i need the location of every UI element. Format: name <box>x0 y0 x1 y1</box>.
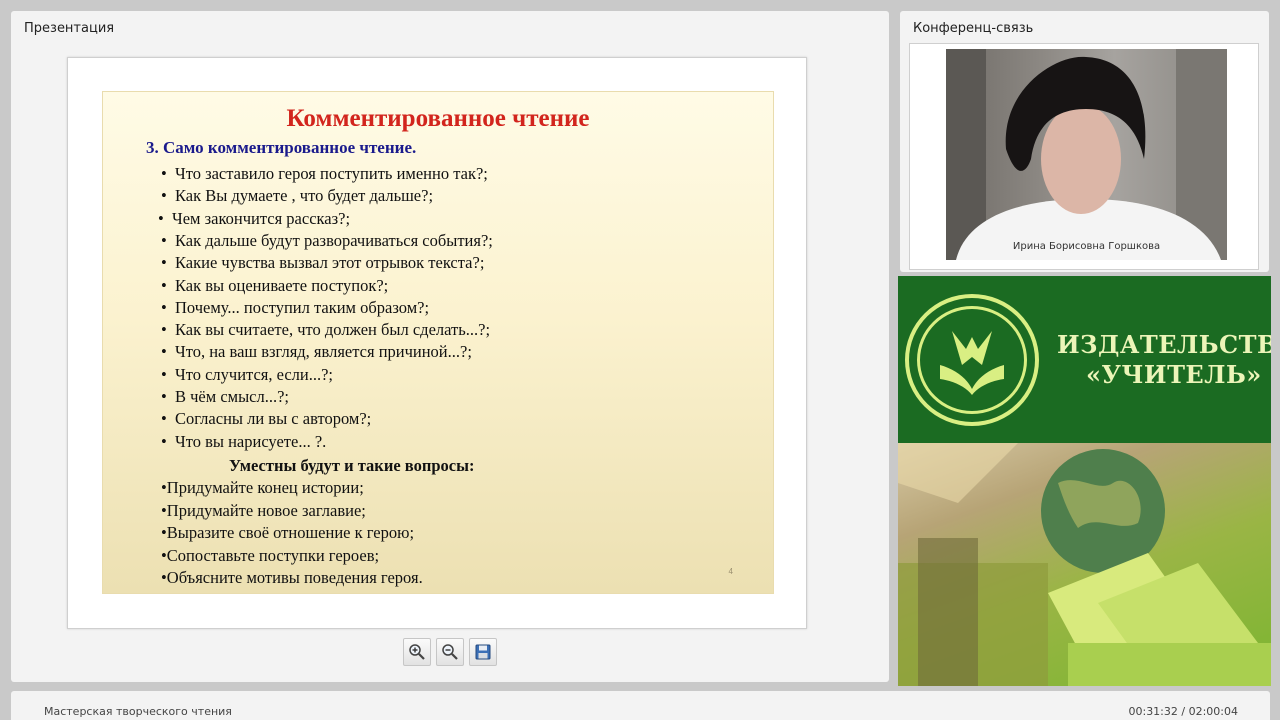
bullet-icon: • <box>161 186 167 206</box>
question-item: • Как дальше будут разворачиваться событи… <box>161 231 493 251</box>
bullet-icon: • <box>161 409 167 429</box>
playback-time: 00:31:32 / 02:00:04 <box>1128 705 1238 718</box>
task-text: Объясните мотивы поведения героя. <box>166 568 423 587</box>
question-text: Что заставило героя поступить именно так… <box>175 164 488 183</box>
logo-inner-ring <box>917 306 1027 414</box>
player-footer: Мастерская творческого чтения 00:31:32 /… <box>11 691 1270 720</box>
bullet-icon: • <box>161 431 167 451</box>
publisher-logo <box>905 294 1039 426</box>
bullet-icon: • <box>161 364 167 384</box>
question-item: • Что, на ваш взгляд, является причиной..… <box>161 342 472 362</box>
banner-image <box>898 443 1271 686</box>
presentation-panel-title: Презентация <box>24 21 115 36</box>
question-text: Как дальше будут разворачиваться события… <box>175 230 493 250</box>
task-item: •Придумайте конец истории; <box>161 478 364 498</box>
slide-viewer: Комментированное чтение 3. Само комменти… <box>67 57 807 629</box>
question-item: • Как вы считаете, что должен был сделать… <box>161 320 490 340</box>
task-item: •Сопоставьте поступки героев; <box>161 546 379 566</box>
save-button[interactable] <box>469 638 497 666</box>
slide: Комментированное чтение 3. Само комменти… <box>102 91 774 594</box>
bullet-icon: • <box>158 208 164 228</box>
bullet-icon: • <box>161 342 167 362</box>
question-text: Как вы считаете, что должен был сделать.… <box>175 320 491 340</box>
question-text: Почему... поступил таким образом?; <box>175 297 430 317</box>
question-item: • Как Вы думаете , что будет дальше?; <box>161 186 433 206</box>
webinar-title: Мастерская творческого чтения <box>44 705 232 718</box>
slide-page-number: 4 <box>728 567 733 576</box>
question-text: Как Вы думаете , что будет дальше?; <box>175 186 434 206</box>
publisher-name-line2: «УЧИТЕЛЬ» <box>1086 360 1262 389</box>
presenter-name: Ирина Борисовна Горшкова <box>1012 241 1161 252</box>
question-item: • Что заставило героя поступить именно та… <box>161 164 488 184</box>
publisher-name-line1: ИЗДАТЕЛЬСТВО <box>1057 330 1271 359</box>
conference-panel: Конференц-связь Ирина Борисовна Горшкова <box>900 11 1269 272</box>
banner-header: ИЗДАТЕЛЬСТВО «УЧИТЕЛЬ» <box>898 276 1271 443</box>
task-text: Выразите своё отношение к герою; <box>166 523 415 542</box>
slide-subtitle: 3. Само комментированное чтение. <box>146 138 417 157</box>
question-item: • Согласны ли вы с автором?; <box>161 409 371 429</box>
question-item: • Какие чувства вызвал этот отрывок текст… <box>161 253 484 273</box>
task-item: •Объясните мотивы поведения героя. <box>161 568 423 588</box>
question-item: • Что вы нарисуете... ?. <box>161 432 326 452</box>
zoom-in-icon <box>409 644 425 660</box>
question-text: Какие чувства вызвал этот отрывок текста… <box>175 253 485 273</box>
books-globe-illustration <box>898 443 1271 686</box>
question-item: • Что случится, если...?; <box>161 365 333 385</box>
question-text: Что вы нарисуете... ?. <box>175 431 327 451</box>
bullet-icon: • <box>161 320 167 340</box>
slide-section-title: Уместны будут и такие вопросы: <box>229 456 475 475</box>
bullet-icon: • <box>161 164 167 183</box>
task-item: •Придумайте новое заглавие; <box>161 501 366 521</box>
bullet-icon: • <box>161 253 167 273</box>
question-item: • Чем закончится рассказ?; <box>158 209 350 229</box>
task-item: •Выразите своё отношение к герою; <box>161 523 414 543</box>
question-text: Согласны ли вы с автором?; <box>175 409 372 429</box>
bullet-icon: • <box>161 387 167 406</box>
question-item: • В чём смысл...?; <box>161 387 289 407</box>
video-frame: Ирина Борисовна Горшкова <box>909 43 1259 270</box>
bullet-icon: • <box>161 275 167 295</box>
question-text: Что, на ваш взгляд, является причиной...… <box>175 342 472 362</box>
zoom-out-button[interactable] <box>436 638 464 666</box>
question-text: В чём смысл...?; <box>175 387 290 406</box>
question-text: Что случится, если...?; <box>175 364 334 384</box>
task-text: Сопоставьте поступки героев; <box>166 545 380 565</box>
slide-title: Комментированное чтение <box>286 105 590 132</box>
open-book-icon <box>940 331 1004 395</box>
question-item: • Как вы оцениваете поступок?; <box>161 276 388 296</box>
publisher-banner: ИЗДАТЕЛЬСТВО «УЧИТЕЛЬ» <box>898 276 1271 686</box>
bullet-icon: • <box>161 230 167 250</box>
presentation-panel: Презентация Комментированное чтение 3. С… <box>11 11 889 682</box>
zoom-in-button[interactable] <box>403 638 431 666</box>
presenter-silhouette <box>946 49 1227 260</box>
presentation-toolbar <box>403 638 497 666</box>
task-text: Придумайте новое заглавие; <box>166 500 366 520</box>
floppy-disk-icon <box>475 644 491 660</box>
zoom-out-icon <box>442 644 458 660</box>
question-text: Как вы оцениваете поступок?; <box>175 275 389 295</box>
presenter-video: Ирина Борисовна Горшкова <box>946 49 1227 260</box>
task-text: Придумайте конец истории; <box>166 478 364 497</box>
bullet-icon: • <box>161 297 167 317</box>
question-item: • Почему... поступил таким образом?; <box>161 298 429 318</box>
question-text: Чем закончится рассказ?; <box>172 208 351 228</box>
conference-panel-title: Конференц-связь <box>913 21 1034 36</box>
